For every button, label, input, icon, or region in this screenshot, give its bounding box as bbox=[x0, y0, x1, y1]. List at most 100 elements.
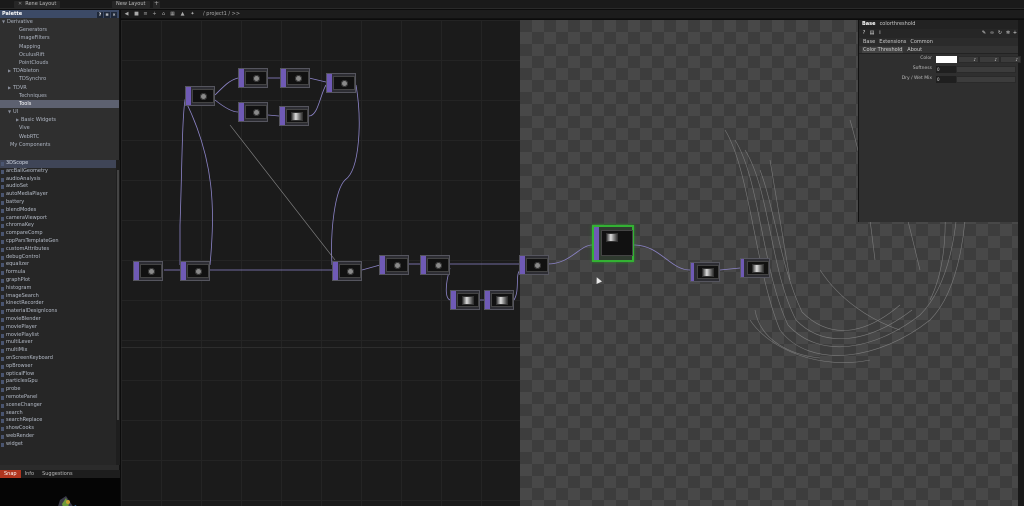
palette-list-item[interactable]: remotePanel bbox=[0, 394, 116, 402]
param-slider[interactable] bbox=[956, 76, 1016, 83]
operator-node[interactable] bbox=[238, 102, 268, 122]
add-icon[interactable]: + bbox=[1012, 30, 1018, 37]
palette-list-item[interactable]: customAttributes bbox=[0, 246, 116, 254]
color-component-field[interactable]: ♪ bbox=[958, 56, 979, 63]
operator-node[interactable] bbox=[690, 262, 720, 282]
palette-tree-item[interactable]: ▼ Derivative bbox=[0, 18, 119, 26]
palette-list-item[interactable]: multiMix bbox=[0, 347, 116, 355]
operator-node[interactable] bbox=[238, 68, 268, 88]
operator-node[interactable] bbox=[185, 86, 215, 106]
palette-tree-item[interactable]: Vive bbox=[0, 124, 119, 132]
palette-tree-item[interactable]: Tools bbox=[0, 99, 119, 109]
param-tab-base[interactable]: Base bbox=[863, 39, 875, 45]
color-component-field[interactable]: ♪ bbox=[979, 56, 1000, 63]
palette-list-item[interactable]: particlesGpu bbox=[0, 378, 116, 386]
menu-icon[interactable]: ≡ bbox=[104, 12, 110, 18]
palette-list-item[interactable]: blendModes bbox=[0, 207, 116, 215]
operator-node[interactable] bbox=[379, 255, 409, 275]
selected-colorthreshold-node[interactable] bbox=[592, 225, 634, 262]
operator-node[interactable] bbox=[133, 261, 163, 281]
help-icon[interactable]: ? bbox=[97, 12, 103, 18]
palette-list-item[interactable]: webRender bbox=[0, 433, 116, 441]
palette-tree-item[interactable]: TDSynchro bbox=[0, 75, 119, 83]
param-page-tab[interactable]: Color Threshold bbox=[862, 47, 904, 53]
param-page-tab[interactable]: About bbox=[906, 47, 923, 53]
palette-list-item[interactable]: opBrowser bbox=[0, 363, 116, 371]
palette-list-item[interactable]: materialDesignIcons bbox=[0, 308, 116, 316]
palette-tree-item[interactable]: Mapping bbox=[0, 43, 119, 51]
info-icon[interactable]: i bbox=[877, 30, 883, 37]
folder-icon[interactable]: ▤ bbox=[869, 30, 875, 37]
operator-node[interactable] bbox=[450, 290, 480, 310]
operator-node[interactable] bbox=[740, 258, 770, 278]
add-tab-button[interactable]: + bbox=[153, 1, 160, 8]
palette-list-item[interactable]: compareComp bbox=[0, 230, 116, 238]
palette-tree-item[interactable]: Generators bbox=[0, 26, 119, 34]
operator-node[interactable] bbox=[180, 261, 210, 281]
home-icon[interactable]: ⌂ bbox=[160, 11, 167, 18]
palette-tree-item[interactable]: My Components bbox=[0, 141, 119, 149]
list-icon[interactable]: ≡ bbox=[142, 11, 149, 18]
pencil-icon[interactable]: ✎ bbox=[981, 30, 987, 37]
operator-node[interactable] bbox=[519, 255, 549, 275]
stop-icon[interactable]: ■ bbox=[133, 11, 140, 18]
palette-list-item[interactable]: moviePlayer bbox=[0, 324, 116, 332]
palette-list-item[interactable]: battery bbox=[0, 199, 116, 207]
palette-list-item[interactable]: autoMediaPlayer bbox=[0, 191, 116, 199]
palette-list-item[interactable]: searchReplace bbox=[0, 417, 116, 425]
param-value-field[interactable]: 0 bbox=[936, 76, 956, 83]
operator-node[interactable] bbox=[279, 106, 309, 126]
palette-list-item[interactable]: arcBallGeometry bbox=[0, 168, 116, 176]
palette-list-item[interactable]: debugControl bbox=[0, 254, 116, 262]
palette-list-item[interactable]: multiLever bbox=[0, 339, 116, 347]
palette-list-item[interactable]: equalizer bbox=[0, 261, 116, 269]
operator-node[interactable] bbox=[280, 68, 310, 88]
palette-scrollbar[interactable] bbox=[116, 160, 120, 465]
palette-list-item[interactable]: audioAnalysis bbox=[0, 176, 116, 184]
palette-tree-item[interactable]: WebRTC bbox=[0, 133, 119, 141]
grid-icon[interactable]: ▦ bbox=[169, 11, 176, 18]
settings-icon[interactable]: ✲ bbox=[1005, 30, 1011, 37]
palette-list-item[interactable]: audioSet bbox=[0, 183, 116, 191]
palette-list-item[interactable]: cppParsTemplateGen bbox=[0, 238, 116, 246]
param-value-field[interactable]: 0 bbox=[936, 66, 956, 73]
palette-list-item[interactable]: showCooks bbox=[0, 425, 116, 433]
back-icon[interactable]: ◀ bbox=[123, 11, 130, 18]
color-swatch[interactable] bbox=[936, 56, 957, 63]
tab-suggestions[interactable]: Suggestions bbox=[38, 470, 77, 478]
palette-tree-item[interactable]: Techniques bbox=[0, 92, 119, 100]
close-icon[interactable]: ✕ bbox=[18, 1, 22, 7]
operator-node[interactable] bbox=[326, 73, 356, 93]
tab-info[interactable]: Info bbox=[21, 470, 38, 478]
palette-list-item[interactable]: opticalFlow bbox=[0, 371, 116, 379]
operator-node[interactable] bbox=[484, 290, 514, 310]
palette-list-item[interactable]: onScreenKeyboard bbox=[0, 355, 116, 363]
palette-list-item[interactable]: histogram bbox=[0, 285, 116, 293]
tab-snap[interactable]: Snap bbox=[0, 470, 21, 478]
palette-tree-item[interactable]: ▶ TDAbleton bbox=[0, 67, 119, 75]
param-tab-common[interactable]: Common bbox=[910, 39, 933, 45]
operator-node[interactable] bbox=[332, 261, 362, 281]
help-icon[interactable]: ? bbox=[861, 30, 867, 37]
link-icon[interactable]: ∞ bbox=[989, 30, 995, 37]
palette-list-item[interactable]: moviePlaylist bbox=[0, 332, 116, 340]
palette-list-item[interactable]: chromaKey bbox=[0, 222, 116, 230]
close-icon[interactable]: ✕ bbox=[111, 12, 117, 18]
palette-list-item[interactable]: imageSearch bbox=[0, 293, 116, 301]
color-component-field[interactable]: ♪ bbox=[1000, 56, 1021, 63]
tab-rene-layout[interactable]: ✕ Rene Layout bbox=[14, 1, 61, 8]
plus-icon[interactable]: + bbox=[151, 11, 158, 18]
palette-tree-item[interactable]: ImageFilters bbox=[0, 34, 119, 42]
refresh-icon[interactable]: ↻ bbox=[997, 30, 1003, 37]
palette-list-item[interactable]: search bbox=[0, 410, 116, 418]
palette-list-item[interactable]: widget bbox=[0, 441, 116, 449]
palette-list-item[interactable]: probe bbox=[0, 386, 116, 394]
palette-list-item[interactable]: cameraViewport bbox=[0, 215, 116, 223]
palette-list-item[interactable]: sceneChanger bbox=[0, 402, 116, 410]
op-name[interactable]: colorthreshold bbox=[880, 21, 916, 27]
scrollbar-thumb[interactable] bbox=[117, 170, 119, 420]
up-icon[interactable]: ▲ bbox=[179, 11, 186, 18]
pin-icon[interactable]: ✦ bbox=[189, 11, 196, 18]
palette-tree-item[interactable]: OculusRift bbox=[0, 51, 119, 59]
palette-tree-item[interactable]: PointClouds bbox=[0, 59, 119, 67]
